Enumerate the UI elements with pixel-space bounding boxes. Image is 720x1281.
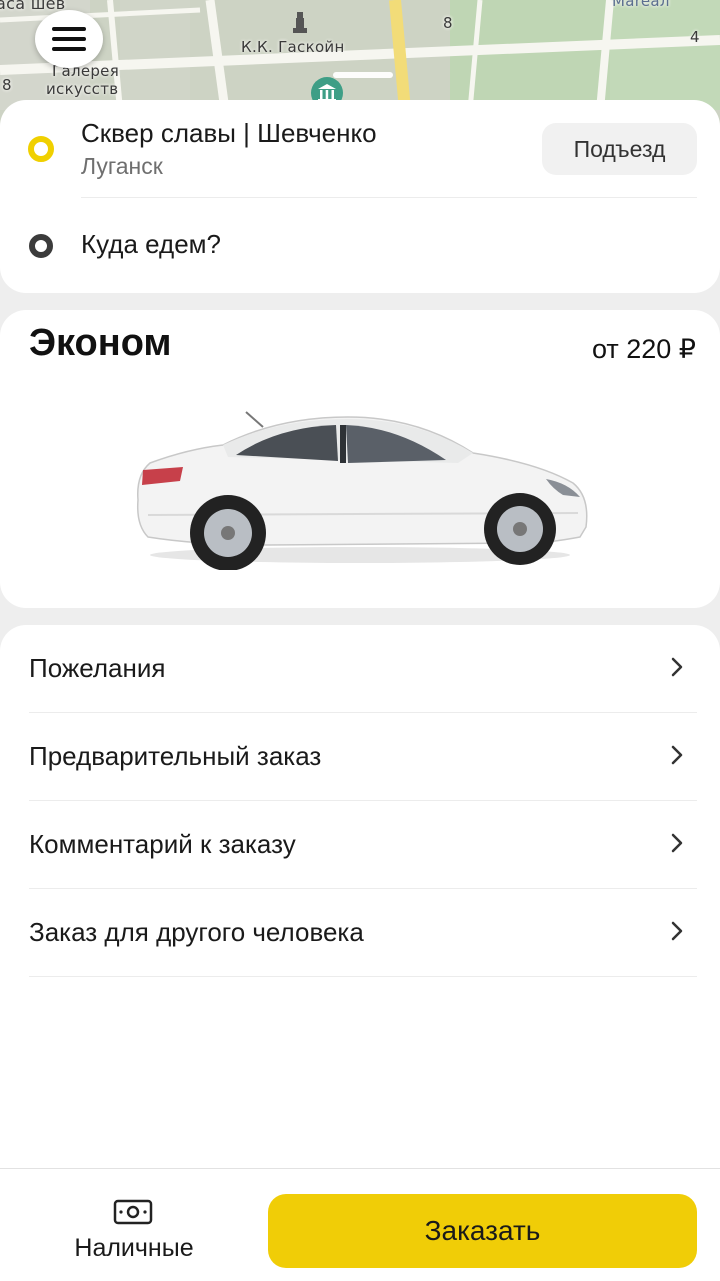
option-label: Заказ для другого человека: [29, 917, 364, 947]
divider: [81, 197, 697, 198]
map-label-poi: Mareал: [612, 0, 670, 10]
pickup-marker-icon: [28, 136, 54, 162]
payment-method-label: Наличные: [74, 1234, 194, 1262]
chevron-right-icon: [671, 657, 683, 677]
pickup-address[interactable]: Сквер славы | Шевченко: [81, 118, 377, 149]
pickup-city: Луганск: [81, 153, 163, 179]
map-label-building: К.К. Гаскойн: [241, 38, 345, 56]
order-button[interactable]: Заказать: [268, 1194, 697, 1268]
car-image: [136, 411, 588, 570]
tariff-price: от 220 ₽: [591, 334, 696, 364]
destination-marker-icon: [29, 234, 53, 258]
option-comment[interactable]: Комментарий к заказу: [29, 801, 697, 889]
option-label: Комментарий к заказу: [29, 829, 296, 859]
monument-icon: [293, 12, 307, 33]
destination-field[interactable]: Куда едем?: [81, 229, 221, 260]
chevron-right-icon: [671, 921, 683, 941]
entrance-button[interactable]: Подъезд: [542, 123, 697, 175]
cash-icon: [113, 1199, 153, 1225]
menu-icon: [52, 27, 86, 51]
chevron-right-icon: [671, 745, 683, 765]
chevron-right-icon: [671, 833, 683, 853]
option-wishes[interactable]: Пожелания: [29, 625, 697, 713]
option-label: Пожелания: [29, 653, 166, 683]
sheet-drag-handle[interactable]: [333, 72, 393, 78]
map-label-house-number: 4: [690, 28, 700, 46]
tariff-name: Эконом: [29, 322, 172, 364]
option-order-for-other[interactable]: Заказ для другого человека: [29, 889, 697, 977]
map-label-house-number: 8: [443, 14, 453, 32]
menu-button[interactable]: [35, 10, 103, 68]
map-label-house-number: 8: [2, 76, 12, 94]
option-label: Предварительный заказ: [29, 741, 322, 771]
map-label-gallery-2: искусств: [46, 80, 119, 98]
option-preorder[interactable]: Предварительный заказ: [29, 713, 697, 801]
